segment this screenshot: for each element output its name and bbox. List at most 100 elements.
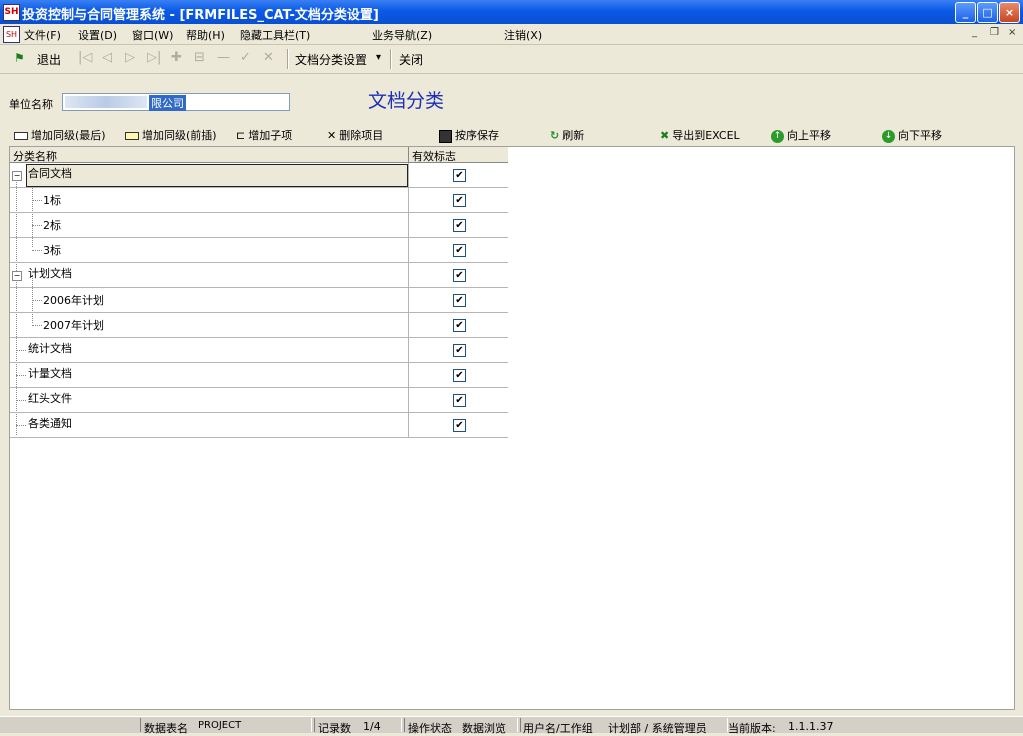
refresh-icon: ↻ — [550, 129, 560, 142]
flag-cell[interactable]: ✔ — [409, 213, 508, 237]
collapse-icon[interactable]: − — [12, 271, 22, 281]
table-row[interactable]: 1标 ✔ — [10, 188, 508, 213]
name-cell[interactable]: 1标 — [10, 188, 409, 212]
tree-line — [16, 400, 26, 401]
module-dropdown[interactable]: 文档分类设置 — [295, 51, 367, 68]
table-row[interactable]: 2006年计划 ✔ — [10, 288, 508, 313]
app-logo-icon: SH — [3, 4, 20, 21]
flag-cell[interactable]: ✔ — [409, 388, 508, 412]
column-header-name[interactable]: 分类名称 — [13, 148, 57, 164]
flag-cell[interactable]: ✔ — [409, 338, 508, 362]
flag-cell[interactable]: ✔ — [409, 363, 508, 387]
excel-icon: ✖ — [660, 129, 670, 142]
table-row[interactable]: 红头文件 ✔ — [10, 388, 508, 413]
menu-hide-toolbar[interactable]: 隐藏工具栏(T) — [240, 27, 310, 43]
move-up-button[interactable]: ↑ 向上平移 — [771, 127, 831, 143]
table-row[interactable]: 统计文档 ✔ — [10, 338, 508, 363]
name-cell[interactable]: 2标 — [10, 213, 409, 237]
mdi-restore-button[interactable]: ❐ — [990, 27, 999, 38]
flag-cell[interactable]: ✔ — [409, 288, 508, 312]
first-record-icon[interactable]: |◁ — [78, 50, 92, 65]
minimize-button[interactable]: _ — [955, 2, 976, 23]
tree-line — [32, 250, 42, 251]
prev-record-icon[interactable]: ◁ — [102, 50, 112, 65]
table-row[interactable]: − 计划文档 ✔ — [10, 263, 508, 288]
valid-checkbox[interactable]: ✔ — [453, 169, 466, 182]
next-record-icon[interactable]: ▷ — [125, 50, 135, 65]
name-cell[interactable]: 2007年计划 — [10, 313, 409, 337]
name-cell[interactable]: 红头文件 — [10, 388, 409, 412]
menu-help[interactable]: 帮助(H) — [186, 27, 225, 43]
menu-business-nav[interactable]: 业务导航(Z) — [372, 27, 432, 43]
flag-cell[interactable]: ✔ — [409, 413, 508, 437]
close-window-button[interactable]: × — [999, 2, 1020, 23]
table-row[interactable]: 2007年计划 ✔ — [10, 313, 508, 338]
mdi-close-button[interactable]: × — [1008, 27, 1016, 38]
export-excel-button[interactable]: ✖ 导出到EXCEL — [660, 127, 740, 143]
edit-record-icon[interactable]: ⊟ — [194, 50, 205, 65]
last-record-icon[interactable]: ▷| — [147, 50, 161, 65]
add-sibling-insert-button[interactable]: 增加同级(前插) — [125, 127, 217, 143]
add-sibling-last-button[interactable]: 增加同级(最后) — [14, 127, 106, 143]
refresh-button[interactable]: ↻ 刷新 — [550, 127, 584, 143]
name-cell[interactable]: 统计文档 — [10, 338, 409, 362]
add-record-icon[interactable]: ✚ — [171, 50, 182, 65]
name-cell[interactable]: 计量文档 — [10, 363, 409, 387]
valid-checkbox[interactable]: ✔ — [453, 369, 466, 382]
valid-checkbox[interactable]: ✔ — [453, 319, 466, 332]
flag-cell[interactable]: ✔ — [409, 188, 508, 212]
confirm-icon[interactable]: ✓ — [240, 50, 251, 65]
delete-record-icon[interactable]: — — [217, 50, 230, 65]
flag-cell[interactable]: ✔ — [409, 163, 508, 187]
name-cell[interactable]: 2006年计划 — [10, 288, 409, 312]
cancel-icon[interactable]: ✕ — [263, 50, 274, 65]
mdi-minimize-button[interactable]: _ — [972, 27, 977, 38]
name-cell[interactable]: − 计划文档 — [10, 263, 409, 287]
name-cell[interactable]: 3标 — [10, 238, 409, 262]
menu-settings[interactable]: 设置(D) — [78, 27, 117, 43]
add-child-button[interactable]: ⊏ 增加子项 — [236, 127, 292, 143]
table-row[interactable]: 各类通知 ✔ — [10, 413, 508, 438]
column-header-flag[interactable]: 有效标志 — [412, 148, 456, 164]
add-child-icon: ⊏ — [236, 129, 246, 142]
collapse-icon[interactable]: − — [12, 171, 22, 181]
name-cell[interactable]: − 合同文档 — [10, 163, 409, 187]
valid-checkbox[interactable]: ✔ — [453, 294, 466, 307]
chevron-down-icon[interactable]: ▾ — [376, 52, 381, 63]
unit-name-input[interactable]: 限公司 — [62, 93, 290, 111]
unit-name-value: 限公司 — [149, 95, 186, 111]
valid-checkbox[interactable]: ✔ — [453, 194, 466, 207]
table-row[interactable]: − 合同文档 ✔ — [10, 163, 508, 188]
delete-item-button[interactable]: ✕ 删除项目 — [327, 127, 383, 143]
title-bar: SH 投资控制与合同管理系统 - [FRMFILES_CAT-文档分类设置] _… — [0, 0, 1023, 24]
save-order-button[interactable]: 按序保存 — [439, 127, 499, 143]
name-cell[interactable]: 各类通知 — [10, 413, 409, 437]
flag-cell[interactable]: ✔ — [409, 263, 508, 287]
table-row[interactable]: 3标 ✔ — [10, 238, 508, 263]
move-down-button[interactable]: ↓ 向下平移 — [882, 127, 942, 143]
menu-window[interactable]: 窗口(W) — [132, 27, 173, 43]
menu-logout[interactable]: 注销(X) — [504, 27, 542, 43]
flag-cell[interactable]: ✔ — [409, 313, 508, 337]
valid-checkbox[interactable]: ✔ — [453, 244, 466, 257]
menu-file[interactable]: 文件(F) — [24, 27, 61, 43]
redacted-text — [65, 96, 147, 108]
valid-checkbox[interactable]: ✔ — [453, 344, 466, 357]
exit-icon[interactable]: ⚑ — [14, 51, 25, 65]
valid-checkbox[interactable]: ✔ — [453, 394, 466, 407]
child-window-icon[interactable]: SH — [3, 26, 20, 43]
valid-checkbox[interactable]: ✔ — [453, 219, 466, 232]
add-sibling-last-label: 增加同级(最后) — [31, 129, 106, 142]
category-tree-grid[interactable]: 分类名称 有效标志 − 合同文档 ✔ 1标 ✔ 2标 ✔ 3标 ✔ − 计划文档… — [9, 146, 1015, 710]
valid-checkbox[interactable]: ✔ — [453, 269, 466, 282]
delete-icon: ✕ — [327, 129, 337, 142]
exit-button[interactable]: 退出 — [37, 51, 61, 68]
save-disk-icon — [439, 129, 452, 143]
valid-checkbox[interactable]: ✔ — [453, 419, 466, 432]
table-row[interactable]: 2标 ✔ — [10, 213, 508, 238]
table-row[interactable]: 计量文档 ✔ — [10, 363, 508, 388]
category-name: 统计文档 — [28, 342, 72, 355]
maximize-button[interactable]: □ — [977, 2, 998, 23]
flag-cell[interactable]: ✔ — [409, 238, 508, 262]
close-button[interactable]: 关闭 — [399, 51, 423, 68]
